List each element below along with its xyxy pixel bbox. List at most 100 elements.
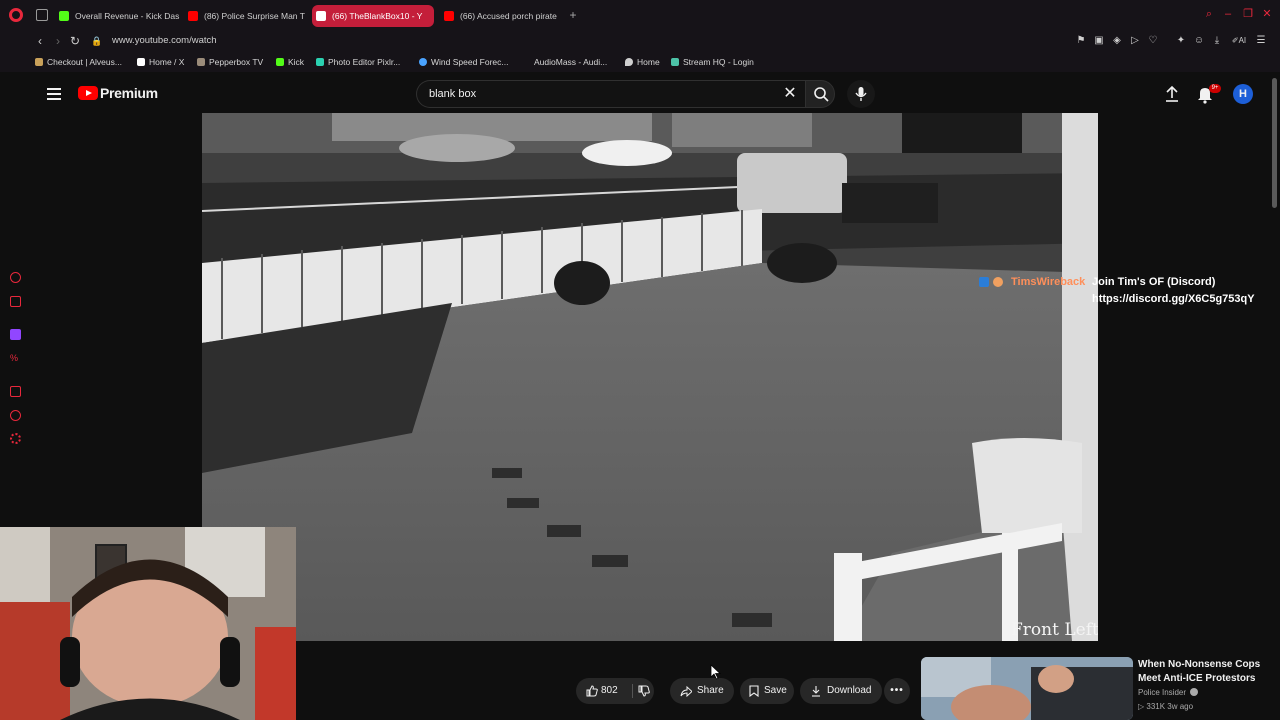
notification-badge: 9+	[1209, 84, 1221, 93]
account-avatar[interactable]: H	[1233, 84, 1253, 104]
bookmark-pixlr[interactable]: Photo Editor Pixlr...	[316, 55, 400, 69]
kick-favicon-icon	[59, 11, 69, 21]
bookmark-wind-speed[interactable]: Wind Speed Forec...	[419, 55, 508, 69]
shopping-icon[interactable]	[10, 296, 21, 307]
youtube-favicon-icon	[444, 11, 454, 21]
kick-favicon-icon	[276, 58, 284, 66]
dislike-button[interactable]	[634, 678, 654, 704]
ai-icon[interactable]: ✐AI	[1231, 35, 1247, 47]
opera-logo-icon[interactable]	[9, 8, 23, 22]
tab-label: (66) TheBlankBox10 - Y	[332, 11, 423, 21]
heart-icon[interactable]: ♡	[1147, 35, 1159, 47]
notes-icon[interactable]	[10, 386, 21, 397]
save-button[interactable]: Save	[740, 678, 794, 704]
bookmark-stream-hq[interactable]: Stream HQ - Login	[671, 55, 754, 69]
bookmark-label: Home	[637, 57, 660, 67]
tab-kick-dashboard[interactable]: Overall Revenue - Kick Das	[55, 5, 181, 27]
tab-label: Overall Revenue - Kick Das	[75, 11, 180, 21]
mouse-cursor-icon	[710, 664, 722, 680]
voice-search-button[interactable]	[847, 80, 875, 108]
history-icon[interactable]	[10, 410, 21, 421]
lock-icon: 🔒	[91, 36, 103, 46]
like-button[interactable]: 802	[576, 678, 632, 704]
tab-theblankbox10[interactable]: (66) TheBlankBox10 - Y	[312, 5, 434, 27]
search-icon	[814, 87, 829, 102]
recommended-title[interactable]: When No-Nonsense Cops Meet Anti-ICE Prot…	[1138, 658, 1263, 686]
page-scrollbar[interactable]	[1270, 78, 1280, 718]
menu-icon[interactable]	[47, 88, 61, 100]
microphone-icon	[855, 87, 867, 101]
restore-icon[interactable]: ❐	[1242, 8, 1254, 20]
location-pin-icon	[625, 58, 633, 66]
emote-icon	[993, 277, 1003, 287]
verified-icon	[1190, 688, 1199, 696]
scrollbar-thumb[interactable]	[1272, 78, 1277, 208]
new-tab-button[interactable]: +	[567, 9, 579, 21]
bookmark-home[interactable]: Home	[625, 55, 660, 69]
bookmark-favicon-icon	[35, 58, 43, 66]
chat-message: Join Tim's OF (Discord)	[1092, 276, 1216, 288]
bookmark-favicon-icon	[671, 58, 679, 66]
forward-icon[interactable]: ›	[51, 34, 65, 48]
profile-icon[interactable]: ☺	[1193, 35, 1205, 47]
url-field[interactable]: www.youtube.com/watch	[112, 34, 217, 48]
thumbs-down-icon	[638, 685, 650, 697]
more-actions-button[interactable]: •••	[884, 678, 910, 704]
tab-porch-pirate[interactable]: (66) Accused porch pirate	[440, 5, 562, 27]
youtube-header: Premium ✕	[30, 72, 1280, 116]
download-icon[interactable]: ⤓	[1211, 35, 1223, 47]
download-button[interactable]: Download	[800, 678, 882, 704]
youtube-favicon-icon	[188, 11, 198, 21]
search-tabs-icon[interactable]: ⌕	[1203, 8, 1215, 20]
search-input[interactable]	[427, 86, 767, 102]
browser-menu-icon[interactable]: ☰	[1255, 35, 1267, 47]
upload-icon[interactable]	[1162, 84, 1182, 104]
save-bookmark-icon	[749, 685, 759, 697]
bookmark-pepperbox-tv[interactable]: Pepperbox TV	[197, 55, 263, 69]
twitch-icon[interactable]	[10, 329, 21, 340]
extensions-icon[interactable]: ✦	[1175, 35, 1187, 47]
snapshot-icon[interactable]: ▣	[1093, 35, 1105, 47]
like-dislike-group: 802	[576, 678, 654, 704]
download-arrow-icon	[812, 686, 820, 697]
share-label: Share	[697, 685, 724, 696]
aria-icon[interactable]	[10, 272, 21, 283]
channel-name: Police Insider	[1138, 688, 1187, 697]
share-icon	[680, 685, 692, 697]
bookmark-home-x[interactable]: Home / X	[137, 55, 184, 69]
save-label: Save	[764, 685, 787, 696]
minimize-icon[interactable]: –	[1222, 8, 1234, 20]
thumbs-up-icon	[586, 685, 598, 697]
youtube-logo-icon[interactable]	[78, 86, 98, 100]
player-icon[interactable]: ▷	[1129, 35, 1141, 47]
search-button[interactable]	[805, 80, 835, 108]
bookmark-icon[interactable]: ⚑	[1075, 35, 1087, 47]
bookmark-kick[interactable]: Kick	[276, 55, 304, 69]
clear-search-icon[interactable]: ✕	[781, 85, 799, 103]
video-player[interactable]: Front Left	[202, 113, 1098, 641]
bookmark-label: Kick	[288, 57, 305, 67]
views-and-age: 331K 3w ago	[1146, 702, 1194, 711]
recommended-channel[interactable]: Police Insider	[1138, 688, 1199, 697]
back-icon[interactable]: ‹	[33, 34, 47, 48]
badge-icon	[979, 277, 989, 287]
reload-icon[interactable]: ↻	[68, 34, 82, 48]
bookmark-checkout-alveus[interactable]: Checkout | Alveus...	[35, 55, 122, 69]
youtube-premium-logo[interactable]: Premium	[100, 85, 158, 101]
percent-icon[interactable]: %	[10, 353, 21, 364]
like-count: 802	[601, 685, 618, 696]
tab-label: (66) Accused porch pirate	[460, 11, 557, 21]
recommended-thumbnail[interactable]	[921, 657, 1133, 720]
x-logo-icon	[137, 58, 145, 66]
share-button[interactable]: Share	[670, 678, 734, 704]
tab-police-surprise[interactable]: (86) Police Surprise Man T	[184, 5, 306, 27]
bookmark-audiomass[interactable]: AudioMass - Audi...	[522, 55, 607, 69]
bookmark-label: Photo Editor Pixlr...	[328, 57, 401, 67]
download-label: Download	[827, 685, 872, 696]
settings-icon[interactable]	[10, 433, 21, 444]
bookmark-label: Checkout | Alveus...	[47, 57, 122, 67]
shield-icon[interactable]: ◈	[1111, 35, 1123, 47]
tab-menu-icon[interactable]	[36, 9, 48, 21]
close-window-icon[interactable]: ✕	[1261, 8, 1273, 20]
bookmark-favicon-icon	[197, 58, 205, 66]
